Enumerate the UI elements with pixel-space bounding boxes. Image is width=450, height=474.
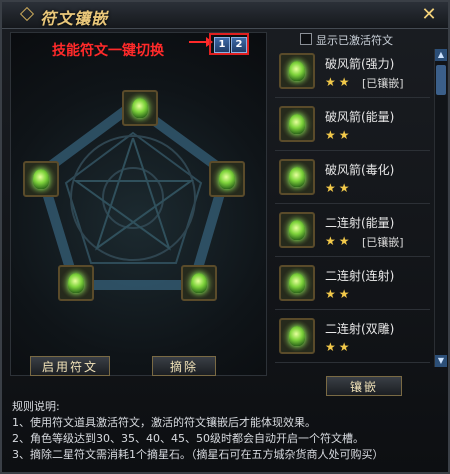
rune-stars: ★★ — [325, 181, 353, 195]
show-activated-checkbox[interactable]: 显示已激活符文 — [300, 32, 393, 48]
rules-line-3: 3、摘除二星符文需消耗1个摘星石。（摘星石可在五方城杂货商人处可购买） — [12, 448, 384, 461]
window-title: 符文镶嵌 — [40, 9, 109, 28]
rune-icon — [33, 169, 49, 189]
remove-rune-button[interactable]: 摘除 — [152, 356, 216, 376]
rune-status: [已镶嵌] — [362, 236, 404, 249]
close-icon[interactable]: ✕ — [420, 6, 438, 24]
rune-stars: ★★ — [325, 234, 353, 248]
rune-stars: ★★ — [325, 128, 353, 142]
enable-rune-button[interactable]: 启用符文 — [30, 356, 110, 376]
rune-item-icon — [279, 159, 315, 195]
rune-icon — [289, 167, 305, 187]
page-button-2[interactable]: 2 — [231, 37, 247, 53]
rune-name: 二连射(能量) — [325, 216, 395, 230]
divider — [275, 362, 430, 363]
rune-slot-3[interactable] — [209, 161, 245, 197]
rules-title: 规则说明: — [12, 400, 60, 413]
rune-list: 破风箭(强力) ★★ [已镶嵌] 破风箭(能量) ★★ 破风箭(毒化) ★★ 二… — [275, 49, 430, 367]
rune-slot-panel — [10, 32, 267, 376]
divider — [275, 150, 430, 151]
rune-stars: ★★ — [325, 287, 353, 301]
rune-stars: ★★ — [325, 75, 353, 89]
rune-icon — [132, 98, 148, 118]
rune-list-item[interactable]: 二连射(连射) ★★ — [275, 261, 430, 310]
checkbox-label: 显示已激活符文 — [316, 34, 393, 47]
pentagram-emblem — [35, 98, 232, 290]
rune-name: 二连射(连射) — [325, 269, 395, 283]
scroll-up-icon[interactable]: ▲ — [435, 49, 447, 61]
rune-icon — [289, 326, 305, 346]
rune-icon — [191, 273, 207, 293]
divider — [275, 309, 430, 310]
rune-list-item[interactable]: 二连射(能量) ★★ [已镶嵌] — [275, 208, 430, 257]
rune-item-icon — [279, 53, 315, 89]
rune-list-item[interactable]: 破风箭(强力) ★★ [已镶嵌] — [275, 49, 430, 98]
rune-inlay-window: 符文镶嵌 ✕ 技能符文一键切换 1 2 启用符文 摘除 显示已激活符文 破风箭(… — [0, 0, 450, 474]
title-ornament-icon — [19, 6, 35, 22]
rules-line-2: 2、角色等级达到30、35、40、45、50级时都会自动开启一个符文槽。 — [12, 432, 364, 445]
rune-item-icon — [279, 212, 315, 248]
divider — [275, 203, 430, 204]
checkbox-box[interactable] — [300, 33, 312, 45]
rune-icon — [219, 169, 235, 189]
rune-stars: ★★ — [325, 340, 353, 354]
rune-slot-1[interactable] — [122, 90, 158, 126]
inlay-button[interactable]: 镶嵌 — [326, 376, 402, 396]
rules-section: 规则说明: 1、使用符文道具激活符文，激活的符文镶嵌后才能体现效果。 2、角色等… — [12, 399, 444, 463]
rune-slot-2[interactable] — [23, 161, 59, 197]
rune-icon — [289, 273, 305, 293]
hint-text: 技能符文一键切换 — [52, 43, 164, 59]
rune-name: 破风箭(强力) — [325, 57, 395, 71]
rune-list-scrollbar[interactable]: ▲ ▼ — [434, 49, 447, 367]
scroll-down-icon[interactable]: ▼ — [435, 355, 447, 367]
rune-slot-5[interactable] — [181, 265, 217, 301]
scroll-thumb[interactable] — [436, 65, 446, 95]
rune-item-icon — [279, 265, 315, 301]
rune-list-item[interactable]: 二连射(双雕) ★★ — [275, 314, 430, 363]
rune-list-item[interactable]: 破风箭(毒化) ★★ — [275, 155, 430, 204]
rune-slot-4[interactable] — [58, 265, 94, 301]
divider — [275, 256, 430, 257]
rune-status: [已镶嵌] — [362, 77, 404, 90]
rune-item-icon — [279, 318, 315, 354]
rune-name: 破风箭(能量) — [325, 110, 395, 124]
rules-line-1: 1、使用符文道具激活符文，激活的符文镶嵌后才能体现效果。 — [12, 416, 316, 429]
rune-name: 破风箭(毒化) — [325, 163, 395, 177]
rune-name: 二连射(双雕) — [325, 322, 395, 336]
rune-icon — [68, 273, 84, 293]
page-button-1[interactable]: 1 — [214, 37, 230, 53]
rune-item-icon — [279, 106, 315, 142]
rune-icon — [289, 114, 305, 134]
rune-list-item[interactable]: 破风箭(能量) ★★ — [275, 102, 430, 151]
rune-icon — [289, 61, 305, 81]
page-switcher: 1 2 — [209, 33, 249, 55]
divider — [275, 97, 430, 98]
hint-arrow-icon — [189, 37, 213, 47]
rune-icon — [289, 220, 305, 240]
title-bar: 符文镶嵌 ✕ — [2, 2, 448, 29]
